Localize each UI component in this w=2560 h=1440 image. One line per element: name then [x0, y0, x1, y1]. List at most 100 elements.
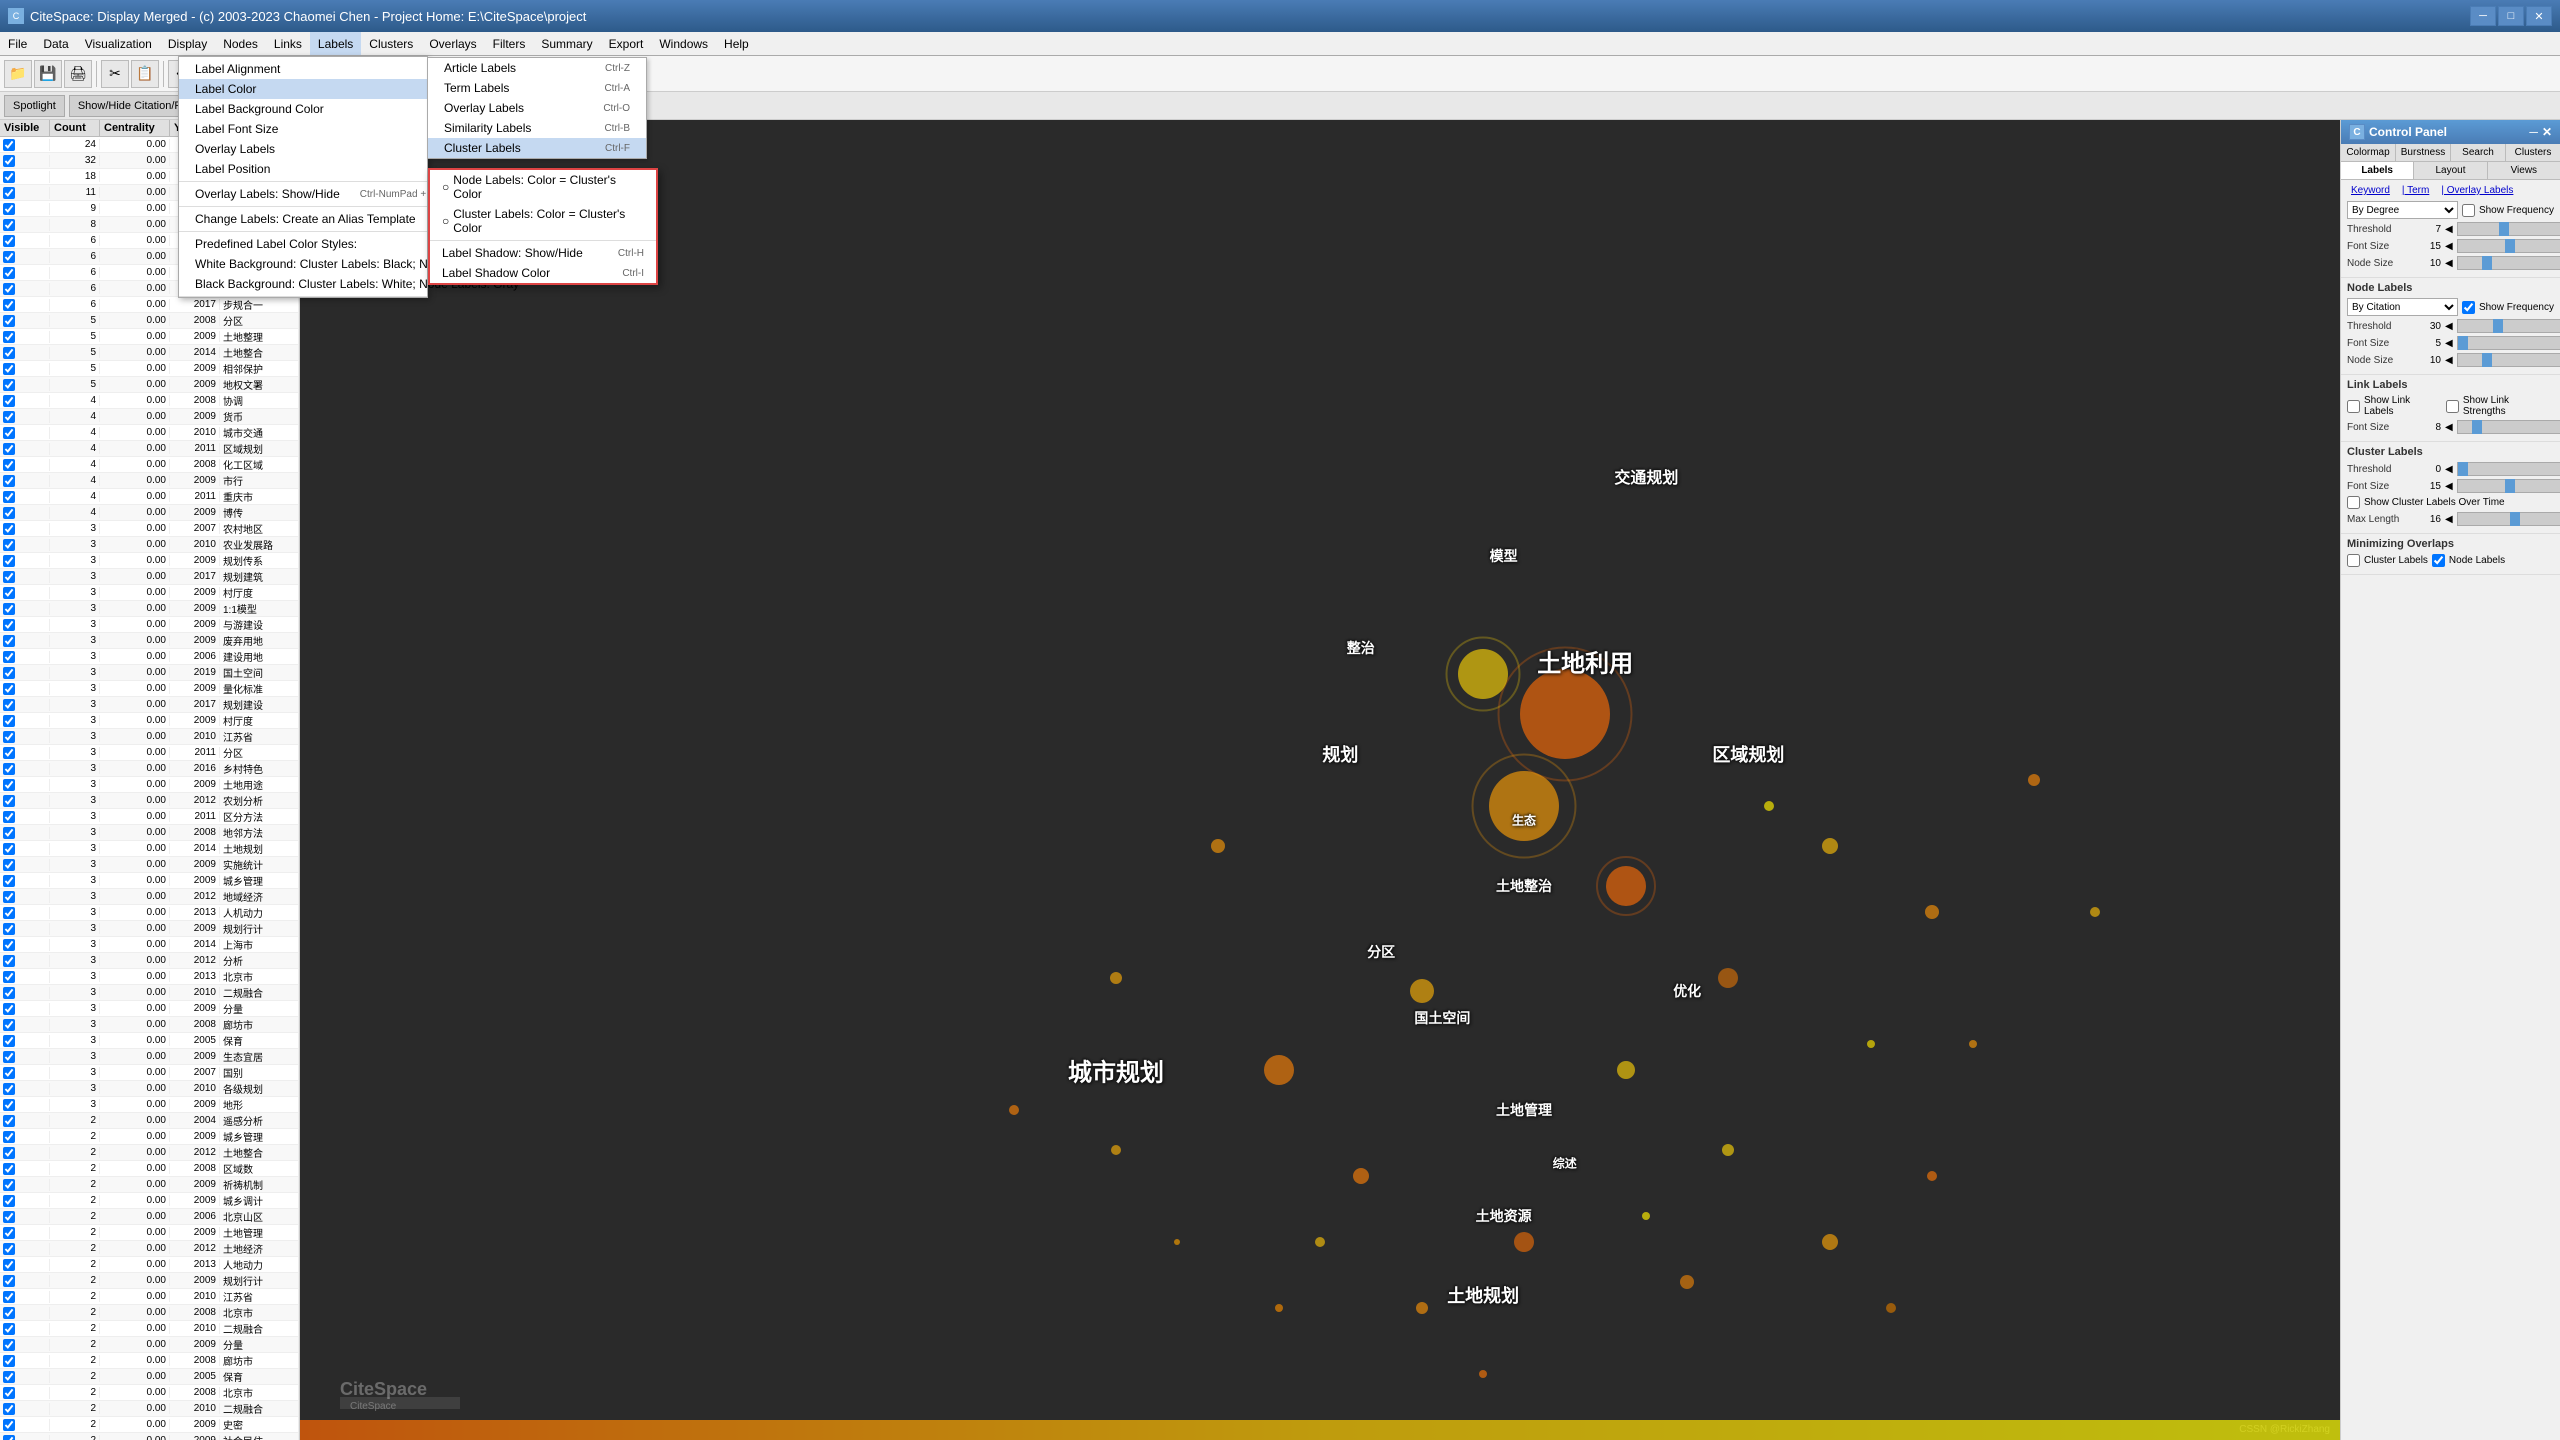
table-row[interactable]: 50.002009土地整理 [0, 329, 299, 345]
table-row[interactable]: 30.002006建设用地 [0, 649, 299, 665]
row-checkbox[interactable] [3, 1131, 15, 1143]
tab-search[interactable]: Search [2451, 144, 2506, 161]
white-bg-style-item[interactable]: White Background: Cluster Labels: Black;… [179, 254, 427, 274]
table-row[interactable]: 30.002017规划建设 [0, 697, 299, 713]
black-bg-style-item[interactable]: Black Background: Cluster Labels: White;… [179, 274, 427, 294]
cut-button[interactable]: ✂ [101, 60, 129, 88]
row-checkbox[interactable] [3, 1147, 15, 1159]
close-button[interactable]: ✕ [2526, 6, 2552, 26]
show-freq-checkbox-2[interactable] [2462, 301, 2475, 314]
row-checkbox[interactable] [3, 523, 15, 535]
viz-node[interactable] [1111, 1145, 1121, 1155]
row-checkbox[interactable] [3, 475, 15, 487]
row-checkbox[interactable] [3, 555, 15, 567]
table-row[interactable]: 20.002013人地动力 [0, 1257, 299, 1273]
row-checkbox[interactable] [3, 779, 15, 791]
spotlight-button[interactable]: Spotlight [4, 95, 65, 117]
table-row[interactable]: 20.002009规划行计 [0, 1273, 299, 1289]
viz-node[interactable] [1353, 1168, 1369, 1184]
viz-node[interactable] [1110, 972, 1122, 984]
table-row[interactable]: 30.002019国土空间 [0, 665, 299, 681]
row-checkbox[interactable] [3, 747, 15, 759]
show-cluster-over-time-checkbox[interactable] [2347, 496, 2360, 509]
table-row[interactable]: 30.002012分析 [0, 953, 299, 969]
label-color-item[interactable]: Label Color [179, 79, 427, 99]
table-row[interactable]: 30.002009分量 [0, 1001, 299, 1017]
show-link-labels-checkbox[interactable] [2347, 400, 2360, 413]
tab-labels[interactable]: Labels [2341, 162, 2414, 179]
table-row[interactable]: 30.002016乡村特色 [0, 761, 299, 777]
row-checkbox[interactable] [3, 571, 15, 583]
panel-minimize-button[interactable]: ─ [2529, 125, 2538, 139]
row-checkbox[interactable] [3, 1211, 15, 1223]
node-sort-select[interactable]: By Citation By Degree [2347, 298, 2458, 316]
table-row[interactable]: 40.002008化工区域 [0, 457, 299, 473]
viz-node[interactable] [1410, 979, 1434, 1003]
table-row[interactable]: 20.002010二规融合 [0, 1321, 299, 1337]
table-row[interactable]: 40.002009博传 [0, 505, 299, 521]
table-row[interactable]: 40.002011重庆市 [0, 489, 299, 505]
table-row[interactable]: 30.002009地形 [0, 1097, 299, 1113]
table-row[interactable]: 30.002012地域经济 [0, 889, 299, 905]
row-checkbox[interactable] [3, 155, 15, 167]
fontsize-slider-2[interactable] [2457, 336, 2560, 350]
row-checkbox[interactable] [3, 587, 15, 599]
table-row[interactable]: 50.002009地权文署 [0, 377, 299, 393]
row-checkbox[interactable] [3, 955, 15, 967]
row-checkbox[interactable] [3, 187, 15, 199]
table-row[interactable]: 30.002011分区 [0, 745, 299, 761]
row-checkbox[interactable] [3, 251, 15, 263]
viz-node[interactable] [1722, 1144, 1734, 1156]
row-checkbox[interactable] [3, 411, 15, 423]
row-checkbox[interactable] [3, 1115, 15, 1127]
viz-node[interactable] [1925, 905, 1939, 919]
row-checkbox[interactable] [3, 1099, 15, 1111]
term-labels-item[interactable]: Term Labels Ctrl-A [428, 78, 646, 98]
row-checkbox[interactable] [3, 603, 15, 615]
row-checkbox[interactable] [3, 1019, 15, 1031]
row-checkbox[interactable] [3, 1387, 15, 1399]
table-row[interactable]: 20.002009分量 [0, 1337, 299, 1353]
row-checkbox[interactable] [3, 1403, 15, 1415]
sort-select[interactable]: By Degree By Centrality By Year [2347, 201, 2458, 219]
node-color-cluster-item[interactable]: ○ Node Labels: Color = Cluster's Color [430, 170, 656, 204]
table-row[interactable]: 50.002014土地整合 [0, 345, 299, 361]
row-checkbox[interactable] [3, 1323, 15, 1335]
table-row[interactable]: 30.002010各级规划 [0, 1081, 299, 1097]
row-checkbox[interactable] [3, 987, 15, 999]
table-row[interactable]: 20.002008北京市 [0, 1305, 299, 1321]
row-checkbox[interactable] [3, 315, 15, 327]
cluster-labels-item[interactable]: Cluster Labels Ctrl-F [428, 138, 646, 158]
viz-node[interactable] [2028, 774, 2040, 786]
row-checkbox[interactable] [3, 331, 15, 343]
row-checkbox[interactable] [3, 699, 15, 711]
tab-colormap[interactable]: Colormap [2341, 144, 2396, 161]
similarity-labels-item[interactable]: Similarity Labels Ctrl-B [428, 118, 646, 138]
row-checkbox[interactable] [3, 667, 15, 679]
table-row[interactable]: 20.002009城乡管理 [0, 1129, 299, 1145]
row-checkbox[interactable] [3, 491, 15, 503]
row-checkbox[interactable] [3, 219, 15, 231]
label-font-size-item[interactable]: Label Font Size [179, 119, 427, 139]
table-row[interactable]: 30.002009实施统计 [0, 857, 299, 873]
viz-node[interactable] [1211, 839, 1225, 853]
table-row[interactable]: 20.002009城乡调计 [0, 1193, 299, 1209]
table-row[interactable]: 30.002009规划传系 [0, 553, 299, 569]
label-alignment-item[interactable]: Label Alignment [179, 59, 427, 79]
print-button[interactable]: 🖨 [64, 60, 92, 88]
table-row[interactable]: 40.002009市行 [0, 473, 299, 489]
table-row[interactable]: 20.002009土地管理 [0, 1225, 299, 1241]
row-checkbox[interactable] [3, 1275, 15, 1287]
viz-node[interactable] [1315, 1237, 1325, 1247]
table-row[interactable]: 30.002010二规融合 [0, 985, 299, 1001]
row-checkbox[interactable] [3, 1227, 15, 1239]
row-checkbox[interactable] [3, 683, 15, 695]
viz-node[interactable] [1969, 1040, 1977, 1048]
row-checkbox[interactable] [3, 1371, 15, 1383]
row-checkbox[interactable] [3, 1291, 15, 1303]
table-row[interactable]: 40.002011区域规划 [0, 441, 299, 457]
keyword-tab[interactable]: Keyword [2347, 184, 2394, 197]
table-row[interactable]: 30.002010江苏省 [0, 729, 299, 745]
nodesize-slider-1[interactable] [2457, 256, 2560, 270]
viz-node[interactable] [1617, 1061, 1635, 1079]
